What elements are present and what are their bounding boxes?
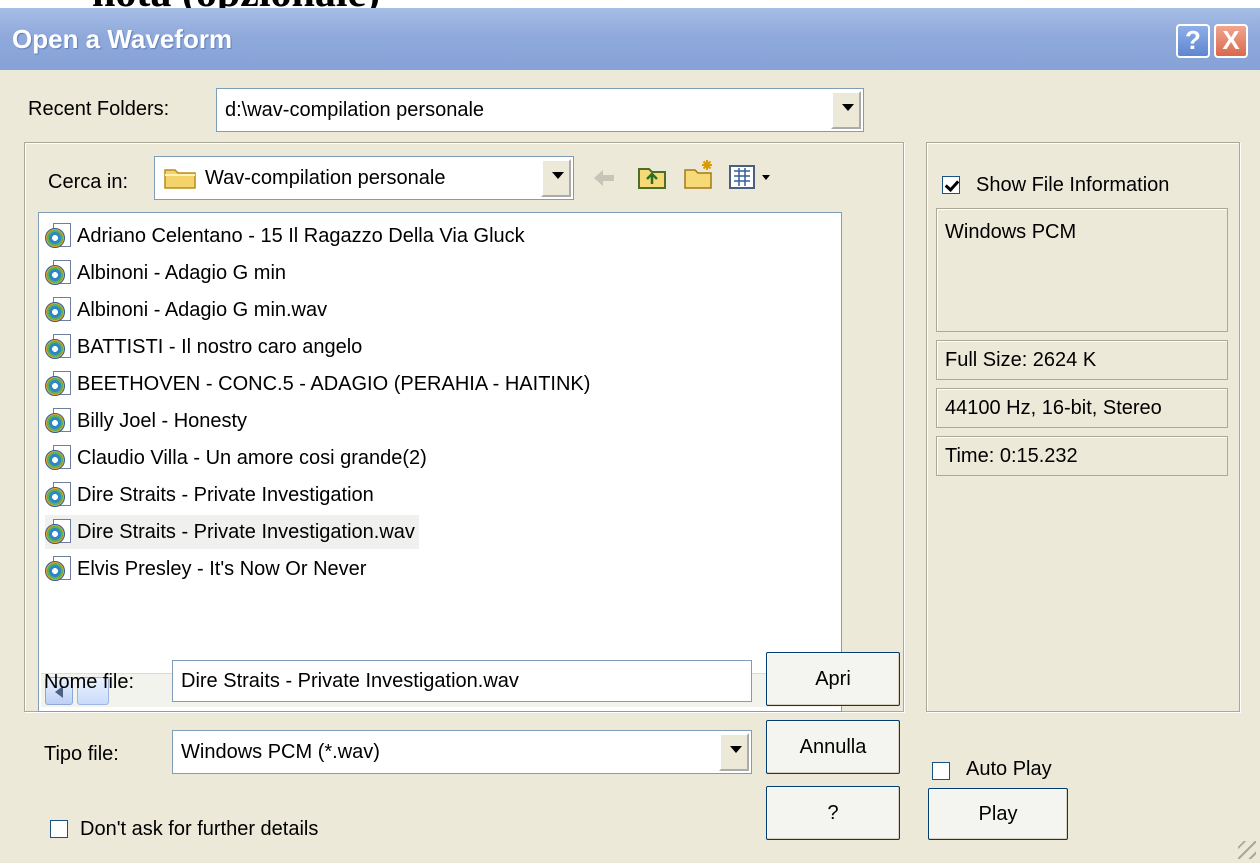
file-name: BATTISTI - Il nostro caro angelo bbox=[77, 335, 363, 358]
file-name: Elvis Presley - It's Now Or Never bbox=[77, 557, 367, 580]
clipped-heading-text: nota (opzionale) bbox=[92, 0, 380, 8]
wave-file-icon bbox=[45, 555, 73, 583]
filename-field[interactable]: Dire Straits - Private Investigation.wav bbox=[172, 660, 752, 702]
lookin-label: Cerca in: bbox=[48, 171, 129, 193]
file-name: Albinoni - Adagio G min.wav bbox=[77, 298, 328, 321]
file-name: BEETHOVEN - CONC.5 - ADAGIO (PERAHIA - H… bbox=[77, 372, 591, 395]
file-name: Adriano Celentano - 15 Il Ragazzo Della … bbox=[77, 224, 525, 247]
filename-label: Nome file: bbox=[44, 671, 135, 693]
wave-file-icon bbox=[45, 444, 73, 472]
file-item[interactable]: BATTISTI - Il nostro caro angelo bbox=[45, 330, 366, 364]
auto-play-checkbox[interactable] bbox=[932, 762, 950, 780]
up-folder-icon[interactable] bbox=[636, 162, 668, 192]
dont-ask-checkbox[interactable] bbox=[50, 820, 68, 838]
file-item[interactable]: Dire Straits - Private Investigation bbox=[45, 478, 378, 512]
open-button[interactable]: Apri bbox=[766, 652, 900, 706]
wave-file-icon bbox=[45, 222, 73, 250]
file-name: Claudio Villa - Un amore cosi grande(2) bbox=[77, 446, 427, 469]
wave-file-icon bbox=[45, 481, 73, 509]
chevron-down-icon[interactable] bbox=[831, 91, 861, 129]
full-size-info: Full Size: 2624 K bbox=[936, 340, 1228, 380]
file-name: Billy Joel - Honesty bbox=[77, 409, 248, 432]
file-item[interactable]: Albinoni - Adagio G min.wav bbox=[45, 293, 331, 327]
recent-folders-label: Recent Folders: bbox=[28, 98, 170, 120]
dialog-titlebar[interactable]: Open a Waveform ? X bbox=[0, 8, 1260, 70]
wave-file-icon bbox=[45, 333, 73, 361]
help-button[interactable]: ? bbox=[766, 786, 900, 840]
play-button[interactable]: Play bbox=[928, 788, 1068, 840]
duration-info: Time: 0:15.232 bbox=[936, 436, 1228, 476]
filetype-value: Windows PCM (*.wav) bbox=[181, 740, 380, 763]
dialog-title: Open a Waveform bbox=[12, 24, 233, 54]
resize-grip-icon[interactable] bbox=[1238, 841, 1256, 859]
file-item[interactable]: BEETHOVEN - CONC.5 - ADAGIO (PERAHIA - H… bbox=[45, 367, 594, 401]
wave-file-icon bbox=[45, 407, 73, 435]
audio-properties-info: 44100 Hz, 16-bit, Stereo bbox=[936, 388, 1228, 428]
view-menu-icon[interactable] bbox=[728, 162, 776, 192]
title-close-button[interactable]: X bbox=[1214, 24, 1248, 58]
back-arrow-icon[interactable] bbox=[590, 164, 618, 192]
lookin-value-wrap: Wav-compilation personale bbox=[163, 157, 445, 199]
lookin-folder-name: Wav-compilation personale bbox=[205, 166, 446, 189]
new-folder-icon[interactable] bbox=[682, 158, 716, 192]
wave-file-icon bbox=[45, 259, 73, 287]
show-info-label: Show File Information bbox=[976, 174, 1170, 196]
clipped-document-heading: nota (opzionale) bbox=[0, 0, 1260, 8]
dont-ask-label: Don't ask for further details bbox=[80, 818, 319, 840]
filetype-dropdown[interactable]: Windows PCM (*.wav) bbox=[172, 730, 752, 774]
file-item-selected[interactable]: Dire Straits - Private Investigation.wav bbox=[45, 515, 419, 549]
file-name: Dire Straits - Private Investigation.wav bbox=[77, 520, 415, 543]
wave-file-icon bbox=[45, 370, 73, 398]
chevron-down-icon[interactable] bbox=[541, 159, 571, 197]
folder-icon bbox=[164, 169, 196, 189]
file-item[interactable]: Billy Joel - Honesty bbox=[45, 404, 251, 438]
file-item[interactable]: Albinoni - Adagio G min bbox=[45, 256, 290, 290]
show-info-checkbox[interactable] bbox=[942, 176, 960, 194]
chevron-down-icon[interactable] bbox=[719, 733, 749, 771]
file-item[interactable]: Claudio Villa - Un amore cosi grande(2) bbox=[45, 441, 431, 475]
file-item[interactable]: Elvis Presley - It's Now Or Never bbox=[45, 552, 370, 586]
recent-folders-dropdown[interactable]: d:\wav-compilation personale bbox=[216, 88, 864, 132]
file-name: Dire Straits - Private Investigation bbox=[77, 483, 374, 506]
file-name: Albinoni - Adagio G min bbox=[77, 261, 287, 284]
wave-file-icon bbox=[45, 518, 73, 546]
dialog-body: Recent Folders: d:\wav-compilation perso… bbox=[0, 70, 1260, 863]
format-info-box: Windows PCM bbox=[936, 208, 1228, 332]
title-help-button[interactable]: ? bbox=[1176, 24, 1210, 58]
file-item[interactable]: Adriano Celentano - 15 Il Ragazzo Della … bbox=[45, 219, 529, 253]
wave-file-icon bbox=[45, 296, 73, 324]
recent-folders-value: d:\wav-compilation personale bbox=[225, 98, 485, 121]
auto-play-label: Auto Play bbox=[966, 758, 1052, 780]
file-list[interactable]: Adriano Celentano - 15 Il Ragazzo Della … bbox=[38, 212, 842, 712]
cancel-button[interactable]: Annulla bbox=[766, 720, 900, 774]
lookin-dropdown[interactable]: Wav-compilation personale bbox=[154, 156, 574, 200]
filetype-label: Tipo file: bbox=[44, 743, 119, 765]
